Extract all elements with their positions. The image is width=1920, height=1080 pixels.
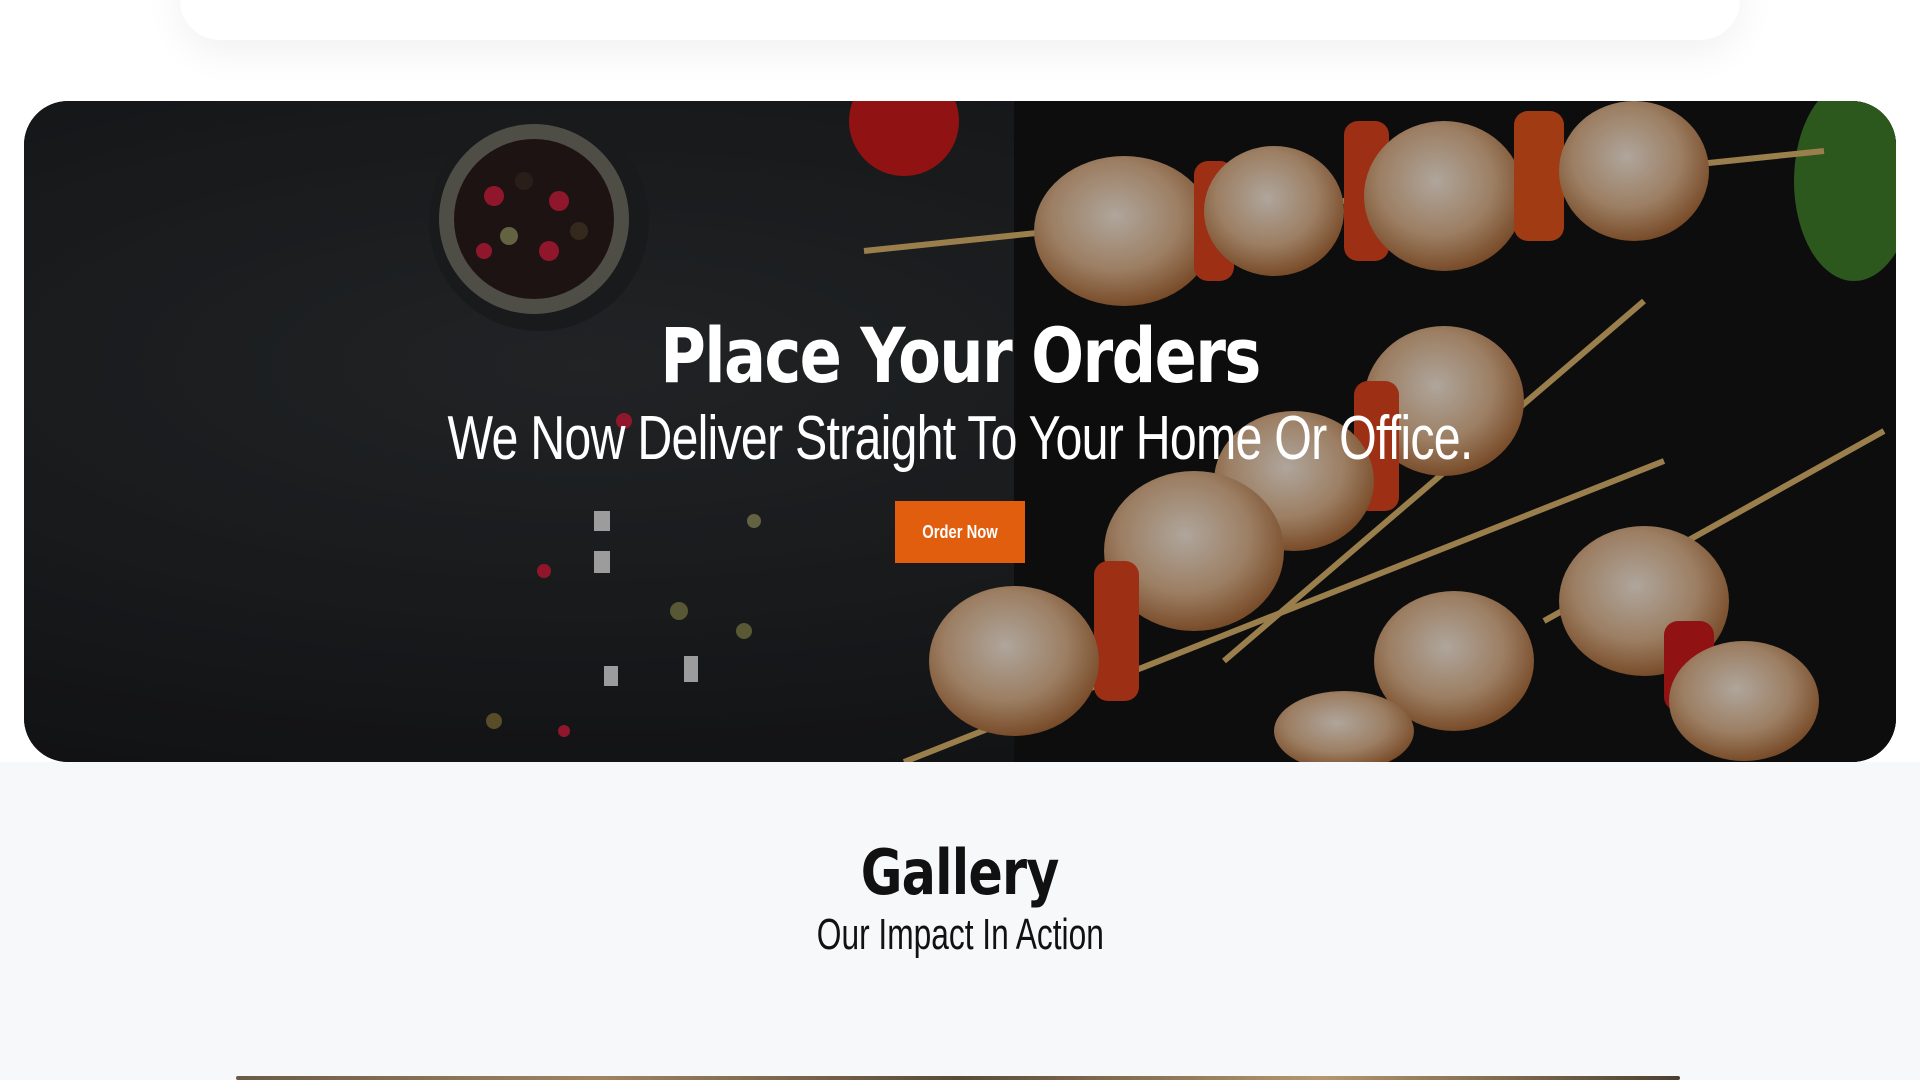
top-strip (0, 0, 1920, 101)
order-hero-banner: Place Your Orders We Now Deliver Straigh… (24, 101, 1896, 762)
gallery-subtitle: Our Impact In Action (0, 910, 1920, 960)
previous-card-shadow (180, 0, 1740, 40)
order-now-label: Order Now (922, 521, 998, 542)
hero-content: Place Your Orders We Now Deliver Straigh… (24, 101, 1896, 762)
gallery-image-edge (236, 1076, 1680, 1080)
order-now-button[interactable]: Order Now (895, 501, 1025, 563)
gallery-title-text: Gallery (861, 836, 1060, 909)
gallery-title: Gallery (0, 836, 1920, 909)
hero-title: Place Your Orders (660, 311, 1261, 400)
hero-subtitle: We Now Deliver Straight To Your Home Or … (447, 404, 1473, 473)
gallery-subtitle-text: Our Impact In Action (816, 910, 1104, 959)
